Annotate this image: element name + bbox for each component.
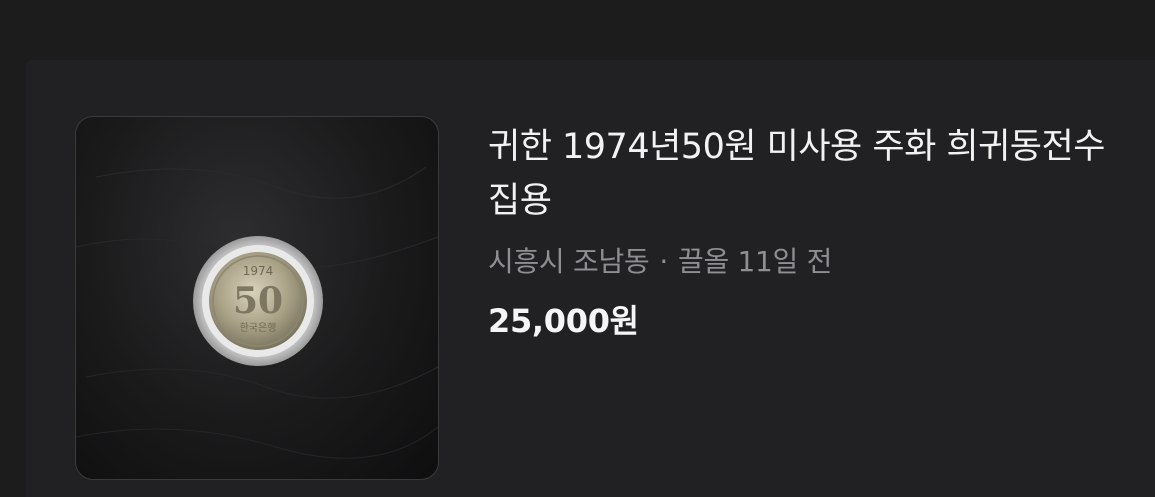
listing-time: 끌올 11일 전 (677, 245, 833, 278)
listing-thumbnail[interactable]: 1974 50 한국은행 (75, 116, 439, 480)
coin-photo: 1974 50 한국은행 (76, 166, 438, 459)
listing-card[interactable]: 1974 50 한국은행 귀한 1974년50원 미사용 주화 희귀동전수집용 … (26, 60, 1155, 497)
coin-inscription-text: 한국은행 (240, 322, 277, 334)
listing-price: 25,000원 (488, 302, 639, 340)
coin-value-text: 50 (233, 280, 283, 322)
meta-separator: · (659, 245, 668, 278)
listing-location: 시흥시 조남동 (488, 245, 650, 278)
listing-meta: 시흥시 조남동 · 끌올 11일 전 (488, 242, 1128, 282)
listing-title[interactable]: 귀한 1974년50원 미사용 주화 희귀동전수집용 (488, 120, 1128, 228)
listing-info: 귀한 1974년50원 미사용 주화 희귀동전수집용 시흥시 조남동 · 끌올 11… (488, 120, 1128, 342)
coin-year-text: 1974 (243, 264, 274, 278)
